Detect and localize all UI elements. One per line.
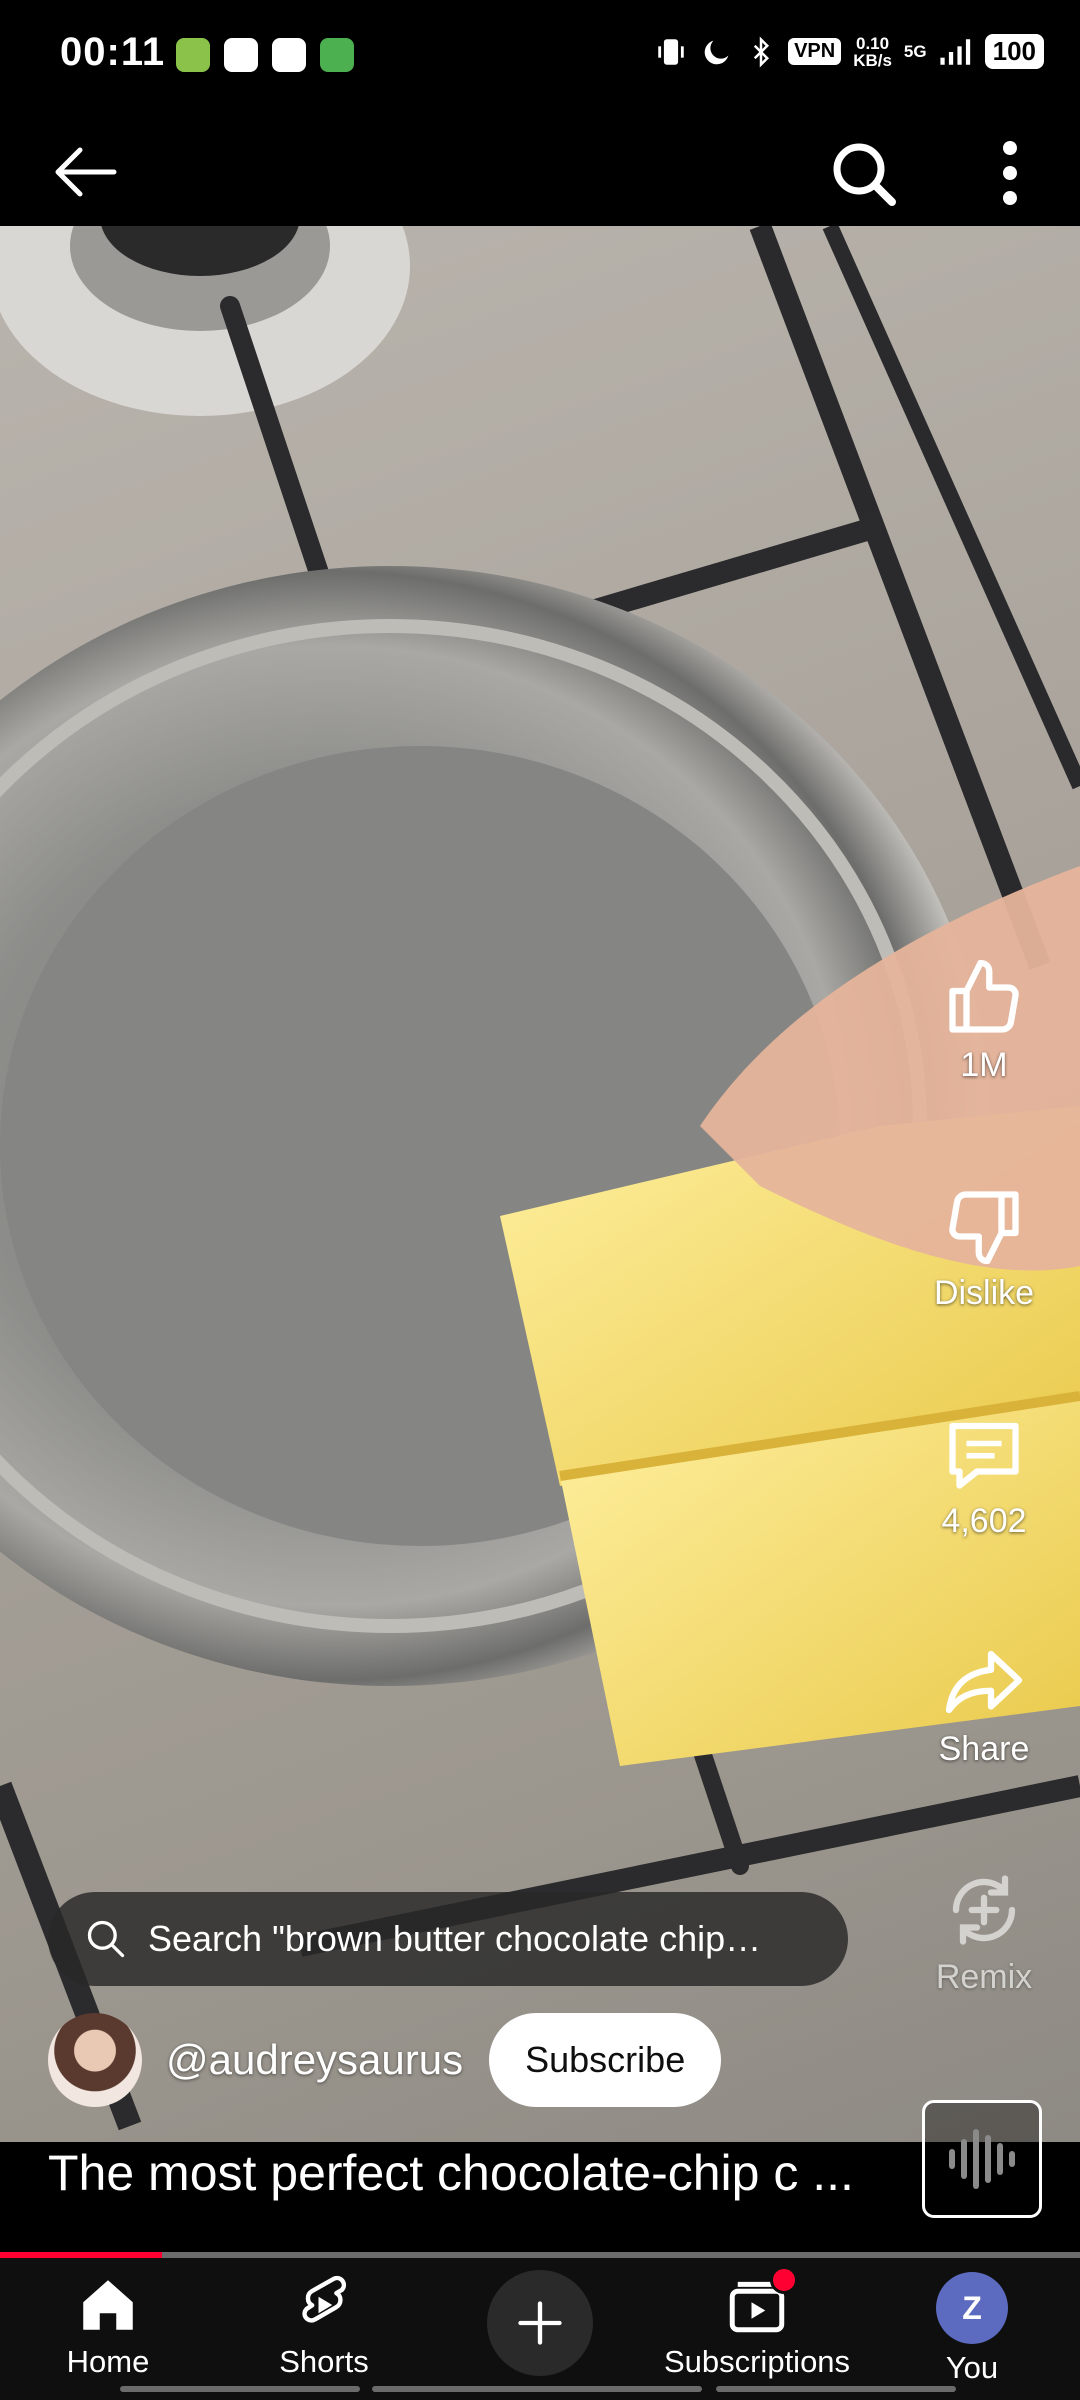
create-button[interactable] <box>487 2270 593 2376</box>
system-icons: VPN 0.10 KB/s 5G 100 <box>654 34 1044 69</box>
bluetooth-icon <box>753 35 770 68</box>
gesture-bar <box>372 2386 702 2392</box>
net-speed: 0.10 KB/s <box>853 35 892 69</box>
plus-icon <box>518 2301 562 2345</box>
app-notification-icon <box>320 38 354 72</box>
short-video-player[interactable]: 1M Dislike 4,602 Share Remix <box>0 226 1080 2142</box>
comments-button[interactable]: 4,602 <box>894 1412 1074 1541</box>
related-search-text: Search "brown butter chocolate chip… <box>148 1918 762 1959</box>
search-icon <box>87 1920 125 1958</box>
app-notification-icon <box>224 38 258 72</box>
nav-shorts-label: Shorts <box>279 2344 369 2379</box>
bottom-navigation: Home Shorts Subscriptions Z You <box>0 2258 1080 2400</box>
remix-label: Remix <box>935 1958 1033 1996</box>
you-avatar: Z <box>936 2272 1008 2344</box>
sound-button[interactable] <box>922 2100 1042 2218</box>
remix-button[interactable]: Remix <box>894 1868 1074 1997</box>
app-notification-icon <box>272 38 306 72</box>
remix-icon <box>952 1875 1016 1945</box>
status-time: 00:11 <box>60 30 166 74</box>
shorts-icon <box>302 2275 347 2323</box>
share-button[interactable]: Share <box>894 1640 1074 1769</box>
battery-indicator: 100 <box>984 34 1044 69</box>
channel-avatar[interactable] <box>48 2013 142 2107</box>
nav-you[interactable]: Z You <box>872 2272 1072 2386</box>
nav-shorts[interactable]: Shorts <box>224 2272 424 2380</box>
notification-icons <box>176 38 354 72</box>
nav-subscriptions-label: Subscriptions <box>663 2344 851 2379</box>
subscribe-button[interactable]: Subscribe <box>489 2013 722 2107</box>
share-icon <box>945 1650 1023 1714</box>
subscriptions-badge-dot <box>770 2266 798 2294</box>
comments-count: 4,602 <box>941 1502 1027 1540</box>
app-notification-icon <box>176 38 210 72</box>
channel-row: @audreysaurus Subscribe <box>48 2012 722 2108</box>
comment-icon <box>949 1422 1019 1489</box>
nav-subscriptions[interactable]: Subscriptions <box>657 2266 857 2380</box>
net-speed-value: 0.10 <box>856 33 890 53</box>
gesture-bar <box>716 2386 956 2392</box>
like-count: 1M <box>960 1046 1008 1084</box>
net-speed-unit: KB/s <box>853 50 892 70</box>
share-label: Share <box>938 1730 1030 1768</box>
thumbs-up-icon <box>949 959 1019 1033</box>
dislike-button[interactable]: Dislike <box>894 1184 1074 1313</box>
audio-wave-icon <box>949 2129 1015 2189</box>
channel-handle[interactable]: @audreysaurus <box>166 2036 463 2084</box>
like-button[interactable]: 1M <box>894 956 1074 1085</box>
vpn-badge: VPN <box>788 38 842 65</box>
nav-home[interactable]: Home <box>8 2272 208 2380</box>
status-bar: 00:11 VPN 0.10 KB/s 5G 100 <box>0 0 1080 112</box>
thumbs-down-icon <box>949 1191 1019 1265</box>
home-icon <box>83 2280 133 2330</box>
top-app-bar <box>0 112 1080 226</box>
search-icon[interactable] <box>828 138 898 208</box>
more-vertical-icon[interactable] <box>980 138 1040 208</box>
video-title[interactable]: The most perfect chocolate-chip c ... <box>48 2144 878 2202</box>
arrow-left-icon[interactable] <box>50 142 120 202</box>
moon-icon <box>704 40 729 64</box>
nav-home-label: Home <box>66 2344 150 2379</box>
network-type: 5G <box>903 41 927 61</box>
gesture-bar <box>120 2386 360 2392</box>
dislike-label: Dislike <box>933 1274 1035 1312</box>
signal-icon <box>940 38 970 65</box>
related-search-pill[interactable]: Search "brown butter chocolate chip… <box>48 1892 848 1986</box>
vibrate-icon <box>658 38 684 65</box>
nav-you-label: You <box>945 2350 999 2385</box>
